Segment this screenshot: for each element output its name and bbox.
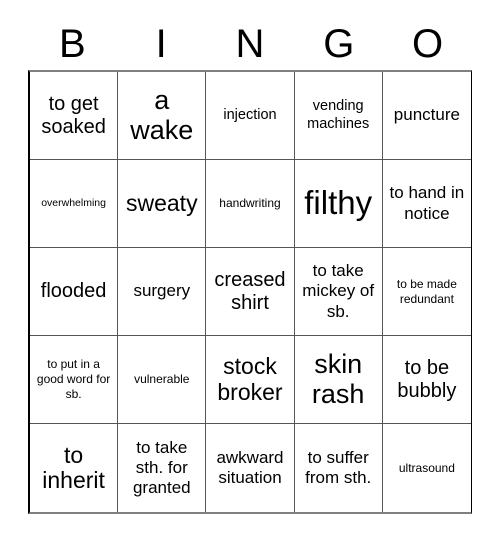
bingo-cell-label: to be made redundant [396,276,457,306]
bingo-cell[interactable]: a wake [118,72,207,160]
bingo-cell-label: vulnerable [134,372,190,386]
bingo-cell[interactable]: to hand in notice [382,160,471,248]
bingo-cell[interactable]: ultrasound [382,424,471,512]
header-letter-n: N [235,22,265,66]
header-letter-o: O [412,22,444,66]
bingo-cell-label: to take mickey of sb. [302,261,375,321]
header-letter-g: G [323,22,355,66]
bingo-cell[interactable]: creased shirt [206,248,295,336]
bingo-cell-label: sweaty [125,189,198,216]
bingo-header: B I N G O [28,18,472,70]
bingo-cell-label: creased shirt [214,268,286,314]
bingo-cell-label: ultrasound [398,460,455,475]
bingo-cell[interactable]: to get soaked [30,72,119,160]
bingo-cell[interactable]: skin rash [294,336,383,424]
bingo-cell-label: skin rash [311,349,365,409]
bingo-cell[interactable]: overwhelming [30,160,119,248]
bingo-cell-label: to take sth. for granted [132,437,191,498]
bingo-cell-label: awkward situation [216,447,284,487]
header-letter-i: I [155,22,167,66]
bingo-cell[interactable]: to take sth. for granted [118,424,207,512]
bingo-cell-label: vending machines [307,98,370,132]
bingo-cell-label: filthy [304,184,373,222]
bingo-cell[interactable]: vending machines [294,72,383,160]
bingo-cell[interactable]: filthy [294,160,383,248]
bingo-card: B I N G O to get soaked a wake injection… [0,0,500,544]
bingo-cell[interactable]: flooded [30,248,119,336]
bingo-cell[interactable]: to suffer from sth. [294,424,383,512]
bingo-cell-label: injection [223,106,277,123]
bingo-grid: to get soaked a wake injection vending m… [28,70,472,514]
bingo-cell-label: to get soaked [41,92,106,138]
bingo-cell[interactable]: stock broker [206,336,295,424]
bingo-cell[interactable]: sweaty [118,160,207,248]
bingo-cell-label: stock broker [217,353,283,405]
header-letter-b: B [59,22,86,66]
bingo-cell-label: to suffer from sth. [305,447,372,487]
bingo-cell-label: to hand in notice [389,183,465,223]
bingo-cell-label: to be bubbly [397,356,457,402]
bingo-cell-label: a wake [130,85,194,145]
bingo-cell-label: overwhelming [41,196,106,209]
bingo-cell[interactable]: vulnerable [118,336,207,424]
bingo-cell-label: puncture [393,105,460,125]
bingo-cell-label: to put in a good word for sb. [36,357,111,401]
bingo-cell-label: surgery [133,281,191,301]
bingo-cell[interactable]: to be bubbly [382,336,471,424]
bingo-cell[interactable]: puncture [382,72,471,160]
bingo-cell[interactable]: to be made redundant [382,248,471,336]
bingo-cell[interactable]: to inherit [30,424,119,512]
bingo-cell-label: handwriting [219,196,281,210]
bingo-cell-label: to inherit [42,441,105,493]
bingo-cell[interactable]: to take mickey of sb. [294,248,383,336]
bingo-cell-label: flooded [40,280,107,303]
bingo-cell[interactable]: handwriting [206,160,295,248]
bingo-cell[interactable]: surgery [118,248,207,336]
bingo-cell[interactable]: injection [206,72,295,160]
bingo-cell[interactable]: awkward situation [206,424,295,512]
bingo-cell[interactable]: to put in a good word for sb. [30,336,119,424]
